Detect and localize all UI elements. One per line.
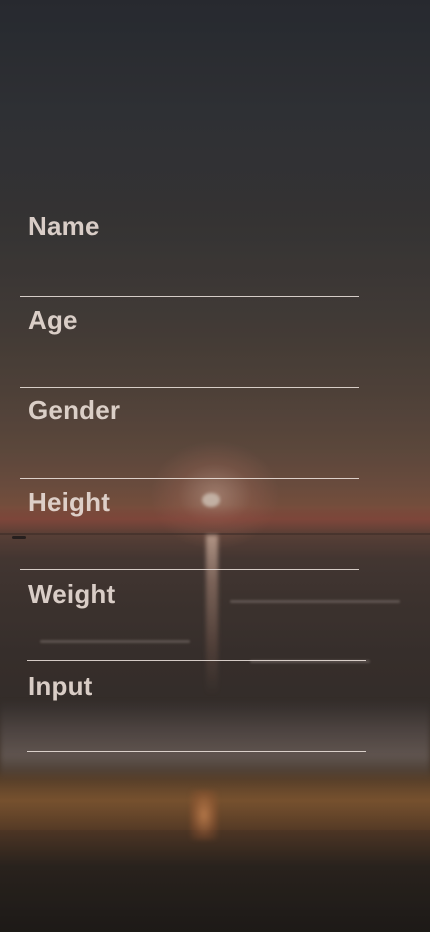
- gender-field[interactable]: [20, 478, 359, 479]
- profile-form: Name Age Gender Height Weight Input: [0, 0, 430, 932]
- weight-field[interactable]: [27, 660, 366, 661]
- name-label: Name: [28, 211, 100, 241]
- weight-label: Weight: [28, 579, 116, 609]
- height-label: Height: [28, 487, 111, 517]
- input-label: Input: [28, 671, 93, 701]
- age-field[interactable]: [20, 387, 359, 388]
- gender-label: Gender: [28, 395, 121, 425]
- input-field[interactable]: [27, 751, 366, 752]
- name-field[interactable]: [20, 296, 359, 297]
- age-label: Age: [28, 305, 78, 335]
- height-field[interactable]: [20, 569, 359, 570]
- screen: Name Age Gender Height Weight Input: [0, 0, 430, 932]
